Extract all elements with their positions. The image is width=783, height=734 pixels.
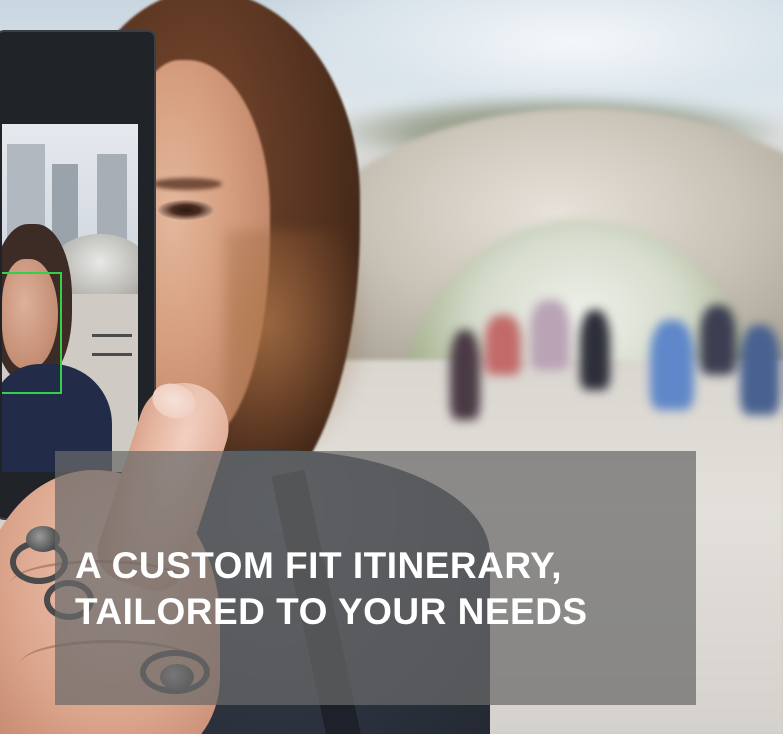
caption-overlay: A CUSTOM FIT ITINERARY, TAILORED TO YOUR… [55, 451, 696, 705]
phone-screen [2, 124, 138, 472]
headline-line-2: TAILORED TO YOUR NEEDS [75, 591, 588, 632]
blurred-crowd [380, 290, 783, 430]
screen-bench [92, 334, 132, 356]
hero-photo: A CUSTOM FIT ITINERARY, TAILORED TO YOUR… [0, 0, 783, 734]
eye [158, 200, 214, 220]
eyebrow [152, 178, 222, 190]
headline-line-1: A CUSTOM FIT ITINERARY, [75, 545, 563, 586]
headline: A CUSTOM FIT ITINERARY, TAILORED TO YOUR… [75, 543, 685, 635]
hair-highlight [225, 230, 365, 460]
face-detection-box [2, 272, 62, 394]
